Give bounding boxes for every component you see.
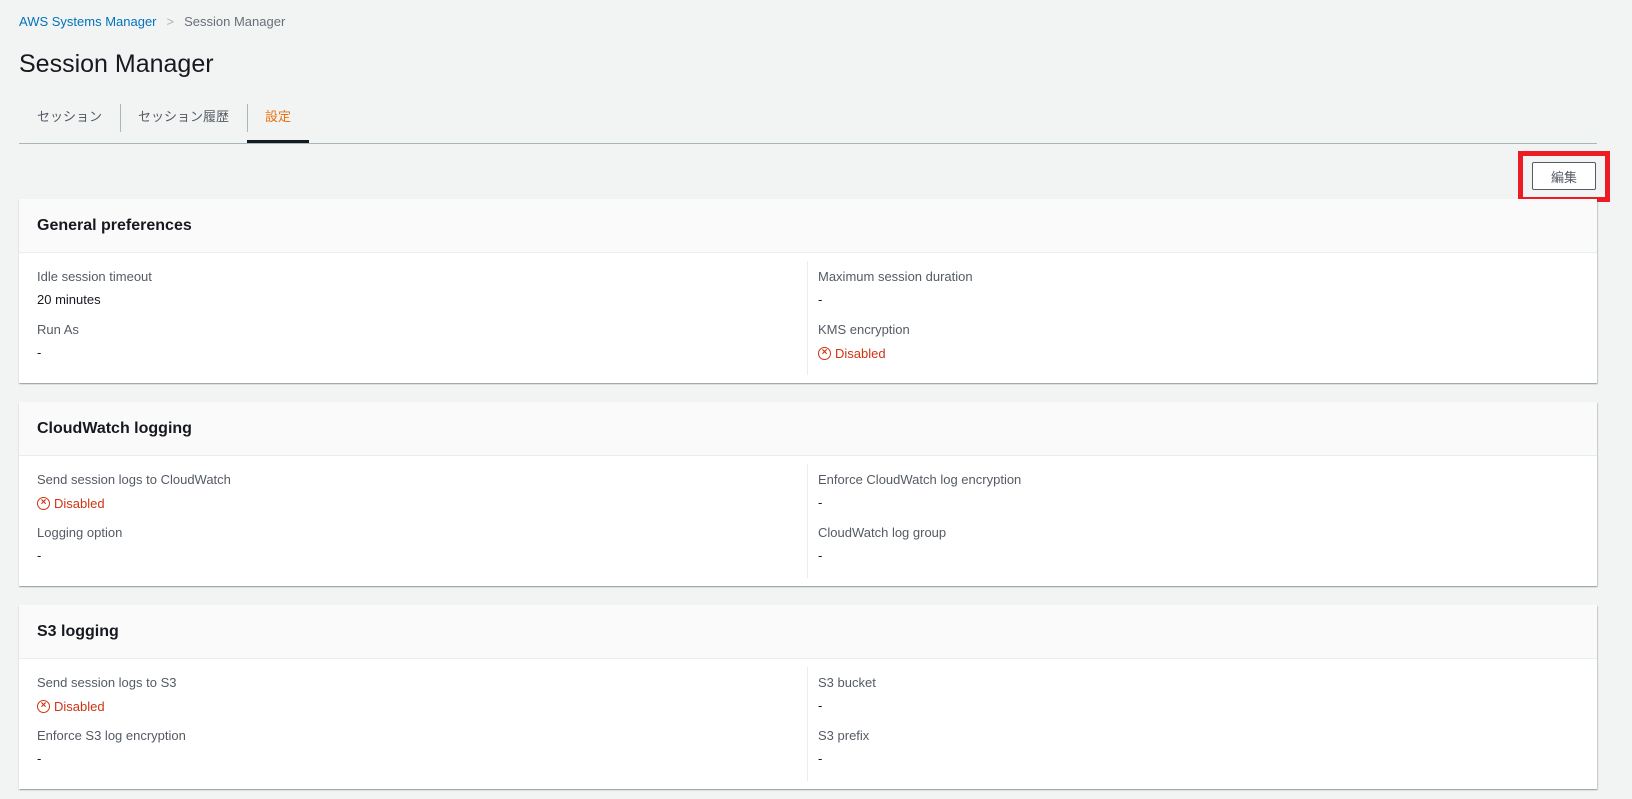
field-value: - bbox=[37, 751, 42, 766]
tab-session-history[interactable]: セッション履歴 bbox=[120, 102, 247, 143]
field-value: - bbox=[818, 751, 823, 766]
panel-general-preferences: General preferences Idle session timeout 2… bbox=[19, 199, 1597, 383]
field-column: Maximum session duration - KMS encryption ×… bbox=[807, 261, 1595, 375]
field-label: KMS encryption bbox=[818, 322, 910, 337]
status-disabled: × Disabled bbox=[37, 698, 807, 714]
field-value: Disabled bbox=[835, 345, 886, 361]
field-column: Send session logs to CloudWatch × Disabled… bbox=[19, 464, 807, 578]
panel-s3-logging: S3 logging Send session logs to S3 × Disabl… bbox=[19, 605, 1597, 789]
field-label: Send session logs to CloudWatch bbox=[37, 472, 231, 487]
field-column: Send session logs to S3 × Disabled Enforce … bbox=[19, 667, 807, 781]
field-value: - bbox=[37, 548, 42, 563]
breadcrumb: AWS Systems Manager > Session Manager bbox=[19, 14, 285, 29]
field-value: Disabled bbox=[54, 495, 105, 511]
panel-title: CloudWatch logging bbox=[19, 402, 1597, 456]
field-column: Enforce CloudWatch log encryption - CloudW… bbox=[807, 464, 1595, 578]
page-title: Session Manager bbox=[19, 50, 214, 78]
field-value: - bbox=[818, 698, 823, 713]
error-circle-icon: × bbox=[37, 496, 50, 510]
tabs: セッション セッション履歴 設定 bbox=[19, 102, 1597, 144]
field-label: Enforce CloudWatch log encryption bbox=[818, 472, 1022, 487]
field-label: S3 bucket bbox=[818, 675, 876, 690]
field-label: Send session logs to S3 bbox=[37, 675, 177, 690]
field-label: CloudWatch log group bbox=[818, 525, 947, 540]
tab-preferences[interactable]: 設定 bbox=[247, 102, 310, 143]
field-value: - bbox=[818, 548, 823, 563]
status-disabled: × Disabled bbox=[37, 495, 807, 511]
highlight-box: 編集 bbox=[1518, 151, 1610, 202]
panel-title: General preferences bbox=[19, 199, 1597, 253]
field-value: - bbox=[37, 345, 42, 360]
breadcrumb-current: Session Manager bbox=[184, 14, 286, 29]
edit-button[interactable]: 編集 bbox=[1532, 162, 1596, 190]
tab-sessions[interactable]: セッション bbox=[19, 102, 120, 143]
field-column: S3 bucket - S3 prefix - bbox=[807, 667, 1595, 781]
field-value: - bbox=[818, 292, 823, 307]
error-circle-icon: × bbox=[818, 346, 831, 360]
field-label: Logging option bbox=[37, 525, 123, 540]
field-label: S3 prefix bbox=[818, 728, 870, 743]
field-label: Maximum session duration bbox=[818, 269, 973, 284]
field-value: 20 minutes bbox=[37, 292, 101, 307]
error-circle-icon: × bbox=[37, 699, 50, 713]
field-column: Idle session timeout 20 minutes Run As - bbox=[19, 261, 807, 375]
field-label: Enforce S3 log encryption bbox=[37, 728, 186, 743]
field-label: Idle session timeout bbox=[37, 269, 152, 284]
panel-cloudwatch-logging: CloudWatch logging Send session logs to C… bbox=[19, 402, 1597, 586]
chevron-right-icon: > bbox=[166, 14, 175, 29]
field-label: Run As bbox=[37, 322, 79, 337]
panel-title: S3 logging bbox=[19, 605, 1597, 659]
breadcrumb-systems-manager[interactable]: AWS Systems Manager bbox=[19, 14, 157, 29]
field-value: - bbox=[818, 495, 823, 510]
field-value: Disabled bbox=[54, 698, 105, 714]
status-disabled: × Disabled bbox=[818, 345, 1595, 361]
